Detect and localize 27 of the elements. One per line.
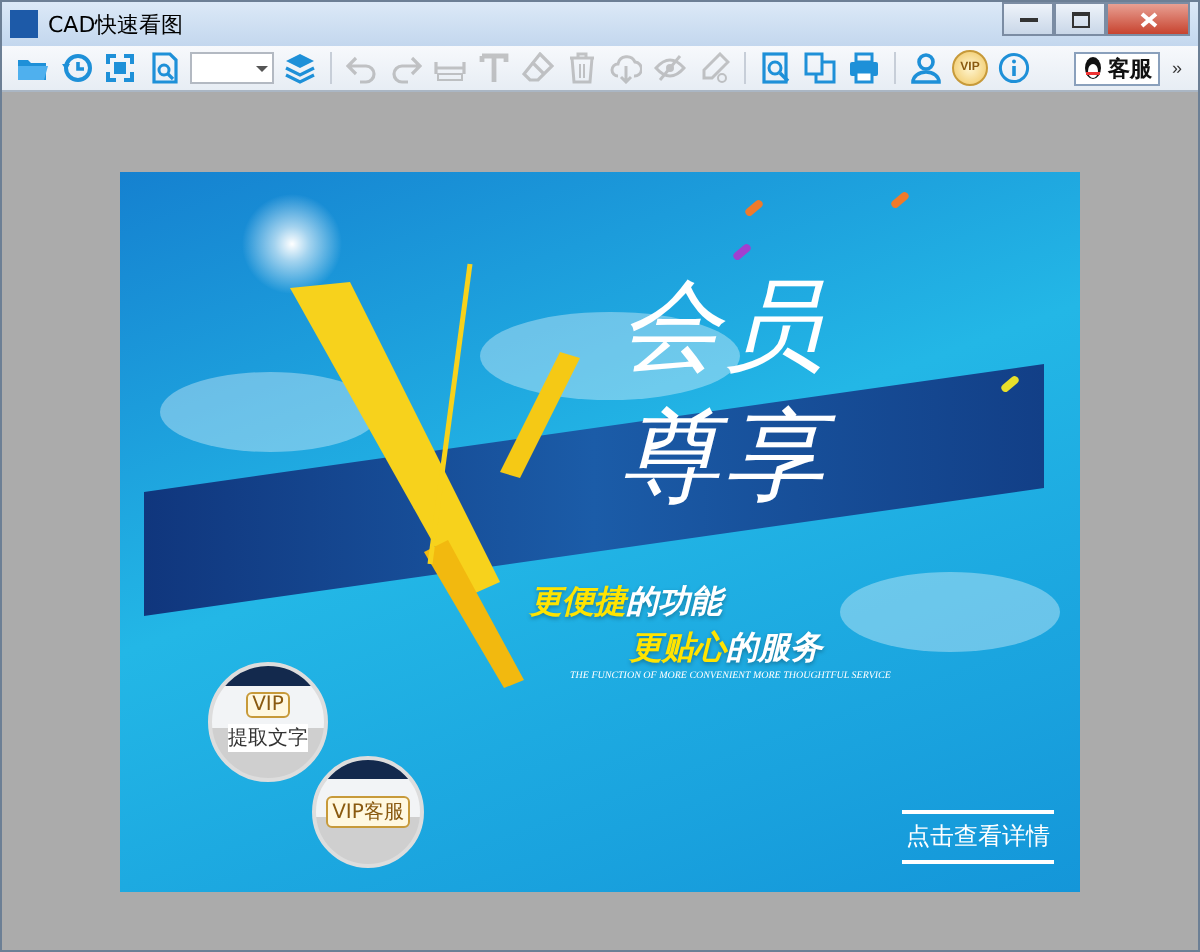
headline: 会员 xyxy=(620,265,828,387)
info-icon[interactable] xyxy=(996,50,1032,86)
slogan: 更便捷的功能 xyxy=(530,581,722,623)
customer-service-button[interactable]: 客服 xyxy=(1073,51,1160,85)
copy-icon[interactable] xyxy=(802,50,838,86)
slogan: 更贴心的服务 xyxy=(630,627,822,669)
window-title: CAD快速看图 xyxy=(48,9,186,39)
minimize-button[interactable] xyxy=(1002,2,1054,36)
minimize-icon xyxy=(1019,15,1037,23)
more-button[interactable]: » xyxy=(1167,58,1186,78)
penguin-icon xyxy=(1081,56,1104,80)
inset-tooltip: 提取文字 xyxy=(228,723,308,751)
document-search-icon[interactable] xyxy=(758,50,794,86)
layers-icon[interactable] xyxy=(282,50,318,86)
maximize-icon xyxy=(1071,11,1089,27)
zoom-dropdown[interactable] xyxy=(190,52,274,84)
inset-badge: VIP客服 xyxy=(326,795,410,827)
inset-badge: VIP xyxy=(246,691,290,717)
print-icon[interactable] xyxy=(846,50,882,86)
user-icon[interactable] xyxy=(908,50,944,86)
fit-screen-icon[interactable] xyxy=(102,50,138,86)
app-logo-icon xyxy=(10,10,38,38)
maximize-button[interactable] xyxy=(1054,2,1106,36)
close-button[interactable] xyxy=(1106,2,1190,36)
clock-icon[interactable] xyxy=(58,50,94,86)
document-search-icon[interactable] xyxy=(146,50,182,86)
close-icon xyxy=(1139,11,1157,27)
